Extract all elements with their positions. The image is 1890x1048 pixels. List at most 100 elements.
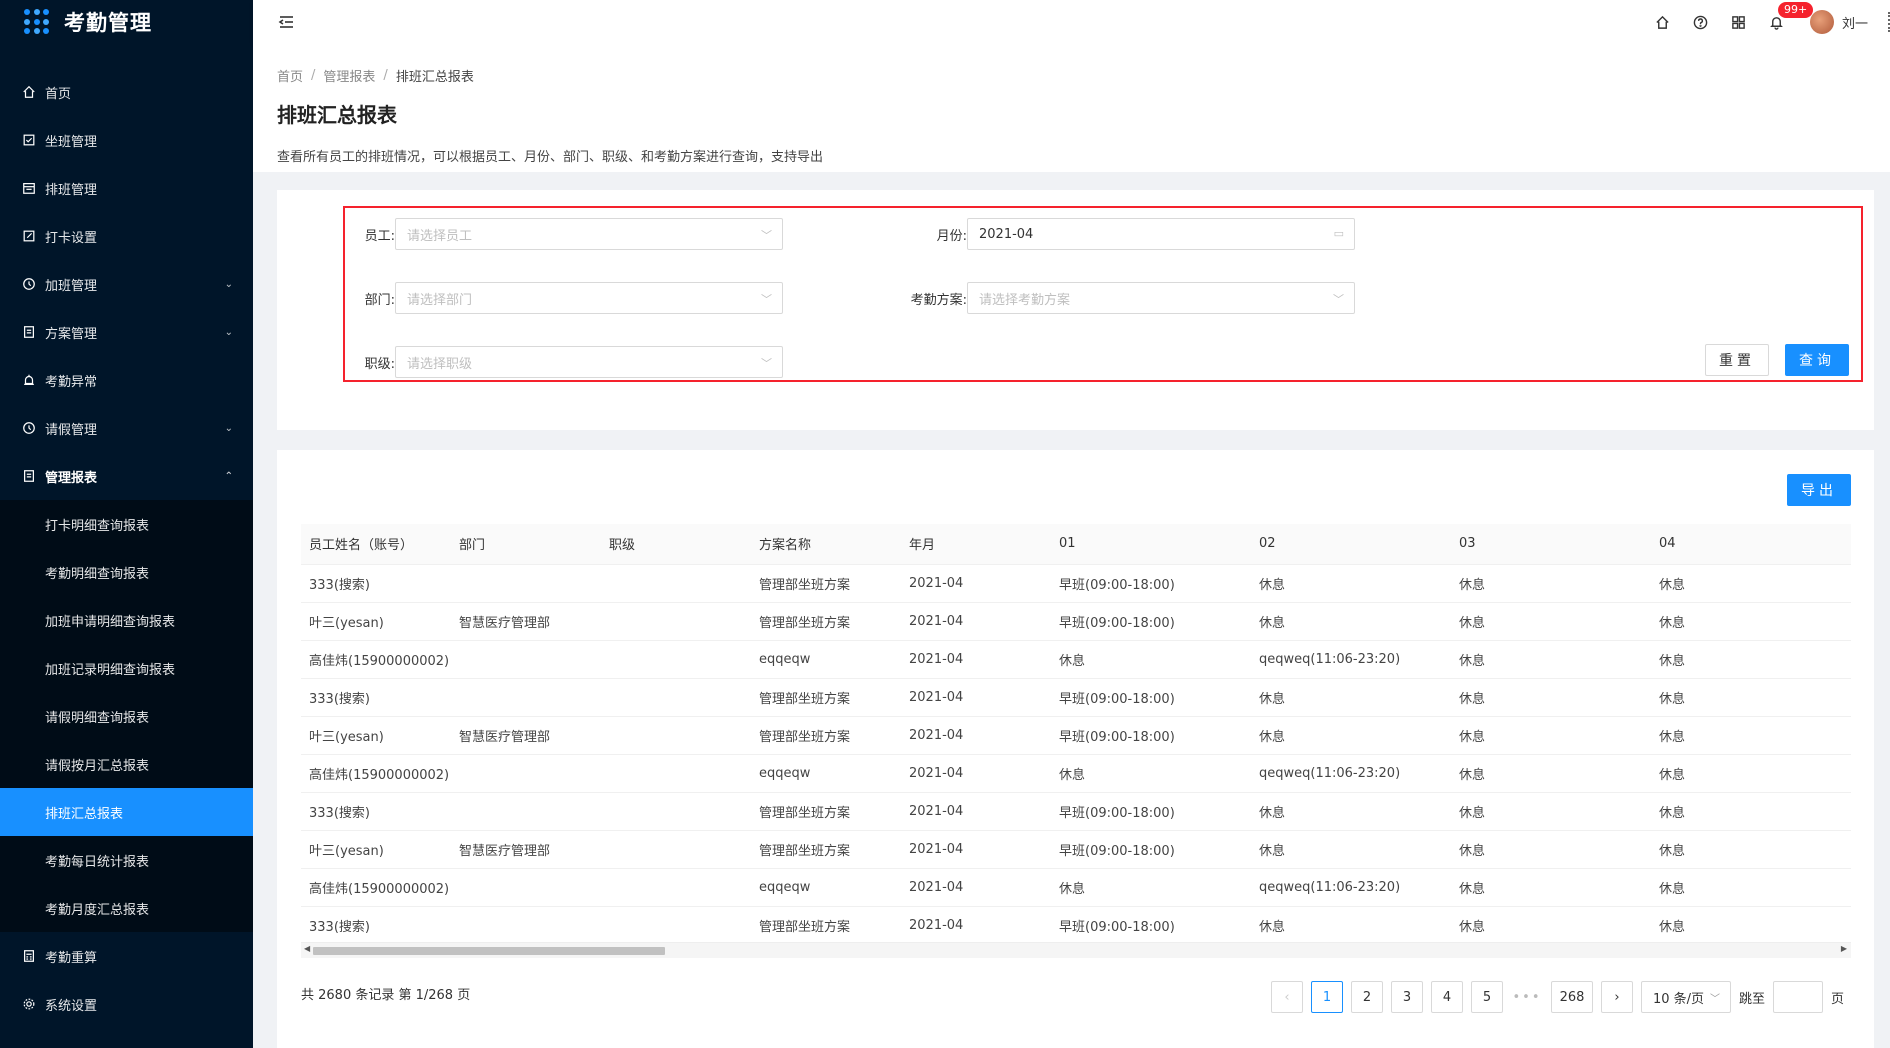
sidebar-subitem-5[interactable]: 请假按月汇总报表: [0, 740, 253, 788]
query-button[interactable]: 查询: [1785, 344, 1849, 376]
department-select[interactable]: 请选择部门 ﹀: [395, 282, 783, 314]
employee-select[interactable]: 请选择员工 ﹀: [395, 218, 783, 250]
user-menu[interactable]: 刘一: [1809, 10, 1868, 34]
page-3[interactable]: 3: [1391, 981, 1423, 1013]
table-cell: 休息: [1651, 640, 1851, 679]
department-field: 部门: 请选择部门 ﹀: [355, 282, 783, 314]
table-cell: 休息: [1651, 868, 1851, 907]
table-cell: 2021-04: [901, 640, 1051, 679]
next-page-button[interactable]: ›: [1601, 981, 1633, 1013]
sidebar-subitem-6[interactable]: 排班汇总报表: [0, 788, 253, 836]
home-icon[interactable]: [1644, 0, 1682, 44]
page-4[interactable]: 4: [1431, 981, 1463, 1013]
menu-fold-icon[interactable]: [277, 13, 295, 31]
rank-field: 职级: 请选择职级 ﹀: [355, 346, 783, 378]
sidebar-item-1[interactable]: 坐班管理: [0, 116, 253, 164]
total-records: 共 2680 条记录 第 1/268 页: [301, 988, 471, 1003]
sidebar-subitem-4[interactable]: 请假明细查询报表: [0, 692, 253, 740]
chevron-up-icon: ⌃: [224, 470, 233, 482]
sidebar: 考勤管理 首页坐班管理 排班管理 打卡设置 加班管理 ⌄ 方案管理 ⌄ 考勤异常 请假管理 ⌄ 管理…: [0, 0, 253, 1048]
sidebar-item-0[interactable]: 首页: [0, 68, 253, 116]
column-header: 部门: [451, 524, 601, 565]
sidebar-item-3[interactable]: 打卡设置: [0, 212, 253, 260]
page-2[interactable]: 2: [1351, 981, 1383, 1013]
menu-item-label: 排班汇总报表: [45, 806, 124, 822]
table-cell: 休息: [1451, 754, 1651, 793]
calculator-icon: [22, 949, 36, 963]
scroll-left-icon[interactable]: ◀: [304, 944, 310, 953]
bell-icon[interactable]: 99+: [1758, 0, 1814, 44]
column-header: 02: [1251, 524, 1451, 565]
table-cell: 休息: [1451, 906, 1651, 945]
chevron-down-icon: ﹀: [761, 229, 772, 242]
sidebar-bottom-item-0[interactable]: 考勤重算: [0, 932, 253, 980]
page-5[interactable]: 5: [1471, 981, 1503, 1013]
reports-submenu: 打卡明细查询报表 考勤明细查询报表 加班申请明细查询报表 加班记录明细查询报表 请假明细…: [0, 500, 253, 932]
app-title: 考勤管理: [64, 11, 152, 35]
sidebar-bottom-item-1[interactable]: 系统设置: [0, 980, 253, 1028]
sidebar-subitem-3[interactable]: 加班记录明细查询报表: [0, 644, 253, 692]
table-cell: 2021-04: [901, 906, 1051, 945]
sidebar-item-5[interactable]: 方案管理 ⌄: [0, 308, 253, 356]
reset-button[interactable]: 重置: [1705, 344, 1769, 376]
table-cell: 早班(09:00-18:00): [1051, 906, 1251, 945]
page-title: 排班汇总报表: [277, 103, 397, 127]
table-cell: qeqweq(11:06-23:20): [1251, 640, 1451, 679]
menu-item-label: 请假管理: [45, 422, 98, 438]
page-last[interactable]: 268: [1551, 981, 1593, 1013]
page-ellipsis[interactable]: •••: [1511, 990, 1543, 1005]
table-cell: 高佳炜(15900000002): [301, 754, 451, 793]
table-cell: 休息: [1251, 906, 1451, 945]
sidebar-item-4[interactable]: 加班管理 ⌄: [0, 260, 253, 308]
breadcrumb-separator: /: [311, 68, 316, 83]
chevron-down-icon: ﹀: [761, 357, 772, 370]
table-cell: [601, 678, 751, 717]
page-size-select[interactable]: 10 条/页 ﹀: [1641, 981, 1731, 1013]
sidebar-subitem-7[interactable]: 考勤每日统计报表: [0, 836, 253, 884]
chevron-down-icon: ﹀: [1333, 293, 1344, 306]
clock-icon: [22, 421, 36, 435]
clock-icon: [22, 277, 36, 291]
table-cell: 2021-04: [901, 678, 1051, 717]
sidebar-item-8[interactable]: 管理报表 ⌃: [0, 452, 253, 500]
search-card: 员工: 请选择员工 ﹀ 月份: 2021-04 ▭ 部门: 请选择部门 ﹀ 考勤…: [277, 190, 1874, 430]
breadcrumb-reports[interactable]: 管理报表: [323, 66, 375, 85]
menu-item-label: 加班管理: [45, 278, 98, 294]
sidebar-item-6[interactable]: 考勤异常: [0, 356, 253, 404]
sidebar-item-7[interactable]: 请假管理 ⌄: [0, 404, 253, 452]
scrollbar-thumb[interactable]: [313, 947, 665, 955]
sidebar-subitem-1[interactable]: 考勤明细查询报表: [0, 548, 253, 596]
table-cell: 休息: [1651, 602, 1851, 641]
file-icon: [22, 325, 36, 339]
apps-icon[interactable]: [1720, 0, 1758, 44]
table-cell: 休息: [1651, 678, 1851, 717]
table-cell: 休息: [1251, 792, 1451, 831]
table-cell: eqqeqw: [751, 640, 901, 679]
rank-select[interactable]: 请选择职级 ﹀: [395, 346, 783, 378]
table-cell: 333(搜索): [301, 906, 451, 945]
plan-select[interactable]: 请选择考勤方案 ﹀: [967, 282, 1355, 314]
help-icon[interactable]: [1682, 0, 1720, 44]
month-picker[interactable]: 2021-04 ▭: [967, 218, 1355, 250]
jump-page-input[interactable]: [1773, 981, 1824, 1013]
table-cell: 管理部坐班方案: [751, 830, 901, 869]
scroll-right-icon[interactable]: ▶: [1841, 944, 1847, 953]
breadcrumb-home[interactable]: 首页: [277, 66, 303, 85]
table-cell: 早班(09:00-18:00): [1051, 830, 1251, 869]
page-1[interactable]: 1: [1311, 981, 1343, 1013]
prev-page-button[interactable]: ‹: [1271, 981, 1303, 1013]
horizontal-scrollbar[interactable]: ◀ ▶: [301, 942, 1851, 958]
sidebar-subitem-8[interactable]: 考勤月度汇总报表: [0, 884, 253, 932]
table-cell: 休息: [1051, 868, 1251, 907]
menu-item-label: 首页: [45, 86, 72, 102]
rank-label: 职级:: [364, 356, 395, 372]
sidebar-item-2[interactable]: 排班管理: [0, 164, 253, 212]
table-cell: [601, 754, 751, 793]
more-icon[interactable]: [1882, 12, 1890, 32]
column-header: 员工姓名（账号）: [301, 524, 451, 565]
menu-item-label: 考勤重算: [45, 950, 98, 966]
sidebar-subitem-0[interactable]: 打卡明细查询报表: [0, 500, 253, 548]
export-button[interactable]: 导出: [1787, 474, 1851, 506]
table-cell: 休息: [1251, 678, 1451, 717]
sidebar-subitem-2[interactable]: 加班申请明细查询报表: [0, 596, 253, 644]
